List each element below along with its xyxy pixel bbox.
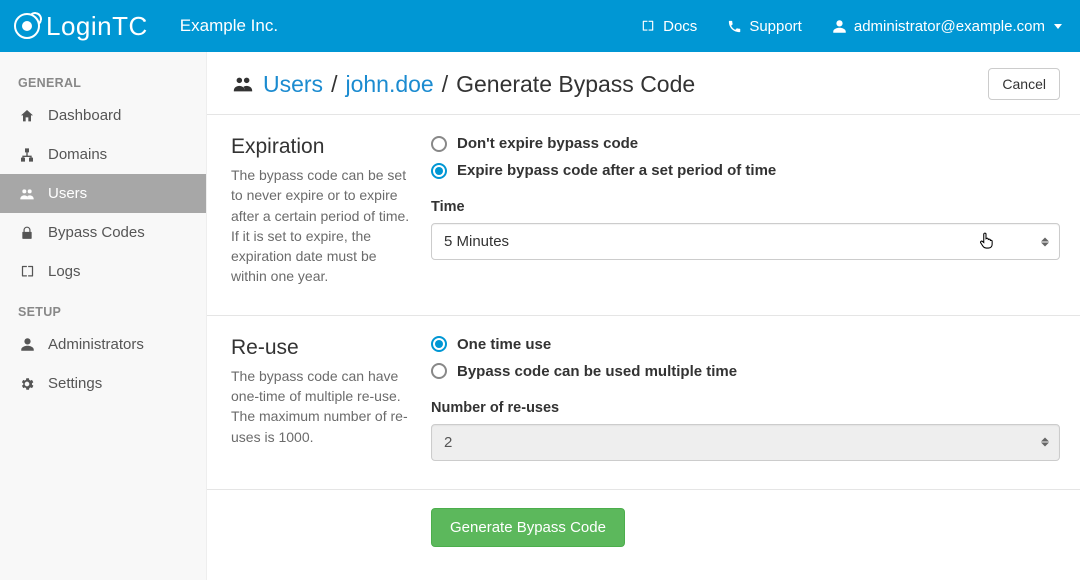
nav-docs[interactable]: Docs — [640, 18, 697, 35]
sidebar-item-administrators[interactable]: Administrators — [0, 325, 206, 364]
breadcrumb-users[interactable]: Users — [263, 71, 323, 98]
expiration-description: The bypass code can be set to never expi… — [231, 165, 415, 287]
sidebar-item-bypass-codes[interactable]: Bypass Codes — [0, 213, 206, 252]
sidebar-item-users[interactable]: Users — [0, 174, 206, 213]
radio-expire-never[interactable]: Don't expire bypass code — [431, 135, 1060, 152]
phone-icon — [727, 19, 742, 34]
select-arrows-icon — [1041, 438, 1049, 447]
sidebar-item-label: Users — [48, 185, 87, 202]
page-header: Users / john.doe / Generate Bypass Code … — [207, 52, 1080, 115]
time-select[interactable]: 5 Minutes — [431, 223, 1060, 260]
user-icon — [832, 19, 847, 34]
brand-name: LoginTC — [46, 11, 148, 42]
org-name[interactable]: Example Inc. — [180, 16, 278, 36]
nav-support[interactable]: Support — [727, 18, 802, 35]
sidebar-item-label: Settings — [48, 375, 102, 392]
cursor-icon — [977, 231, 995, 251]
reuse-count-select[interactable]: 2 — [431, 424, 1060, 461]
generate-button[interactable]: Generate Bypass Code — [431, 508, 625, 547]
cancel-button[interactable]: Cancel — [988, 68, 1060, 100]
chevron-down-icon — [1054, 24, 1062, 29]
sidebar-item-settings[interactable]: Settings — [0, 364, 206, 403]
topbar: LoginTC Example Inc. Docs Support admini… — [0, 0, 1080, 52]
users-icon — [231, 73, 255, 95]
nav-account[interactable]: administrator@example.com — [832, 18, 1062, 35]
reuse-title: Re-use — [231, 336, 415, 360]
radio-icon — [431, 163, 447, 179]
logo-icon — [14, 13, 40, 39]
sidebar-item-label: Administrators — [48, 336, 144, 353]
radio-icon — [431, 363, 447, 379]
gears-icon — [18, 376, 36, 392]
main-content: Users / john.doe / Generate Bypass Code … — [207, 52, 1080, 580]
nav-docs-label: Docs — [663, 18, 697, 35]
sidebar-item-domains[interactable]: Domains — [0, 135, 206, 174]
user-icon — [18, 337, 36, 352]
sidebar-item-logs[interactable]: Logs — [0, 252, 206, 291]
section-reuse: Re-use The bypass code can have one-time… — [207, 316, 1080, 490]
expiration-title: Expiration — [231, 135, 415, 159]
sidebar-section-general: GENERAL — [0, 62, 206, 96]
sidebar: GENERAL Dashboard Domains Users Bypass C… — [0, 52, 207, 580]
book-icon — [640, 19, 656, 33]
reuse-count-label: Number of re-uses — [431, 400, 1060, 416]
radio-label: Expire bypass code after a set period of… — [457, 162, 776, 179]
breadcrumb: Users / john.doe / Generate Bypass Code — [231, 71, 695, 98]
topnav: Docs Support administrator@example.com — [640, 18, 1062, 35]
footer-actions: Generate Bypass Code — [207, 490, 1080, 571]
section-expiration: Expiration The bypass code can be set to… — [207, 115, 1080, 316]
nav-account-label: administrator@example.com — [854, 18, 1045, 35]
breadcrumb-current: Generate Bypass Code — [456, 71, 695, 98]
breadcrumb-sep: / — [331, 71, 337, 98]
radio-label: One time use — [457, 336, 551, 353]
sidebar-item-label: Domains — [48, 146, 107, 163]
lock-icon — [18, 225, 36, 241]
radio-reuse-once[interactable]: One time use — [431, 336, 1060, 353]
radio-icon — [431, 136, 447, 152]
breadcrumb-sep: / — [442, 71, 448, 98]
sidebar-item-dashboard[interactable]: Dashboard — [0, 96, 206, 135]
time-value: 5 Minutes — [444, 233, 509, 250]
brand-logo[interactable]: LoginTC — [14, 11, 148, 42]
sidebar-item-label: Logs — [48, 263, 81, 280]
sidebar-item-label: Dashboard — [48, 107, 121, 124]
reuse-description: The bypass code can have one-time of mul… — [231, 366, 415, 447]
reuse-count-value: 2 — [444, 434, 452, 451]
sidebar-item-label: Bypass Codes — [48, 224, 145, 241]
breadcrumb-user[interactable]: john.doe — [345, 71, 433, 98]
radio-reuse-multi[interactable]: Bypass code can be used multiple time — [431, 363, 1060, 380]
radio-label: Don't expire bypass code — [457, 135, 638, 152]
radio-label: Bypass code can be used multiple time — [457, 363, 737, 380]
radio-icon — [431, 336, 447, 352]
sidebar-section-setup: SETUP — [0, 291, 206, 325]
home-icon — [18, 108, 36, 124]
users-icon — [18, 186, 36, 202]
sitemap-icon — [18, 147, 36, 163]
book-icon — [18, 264, 36, 279]
radio-expire-after[interactable]: Expire bypass code after a set period of… — [431, 162, 1060, 179]
time-label: Time — [431, 199, 1060, 215]
nav-support-label: Support — [749, 18, 802, 35]
select-arrows-icon — [1041, 237, 1049, 246]
